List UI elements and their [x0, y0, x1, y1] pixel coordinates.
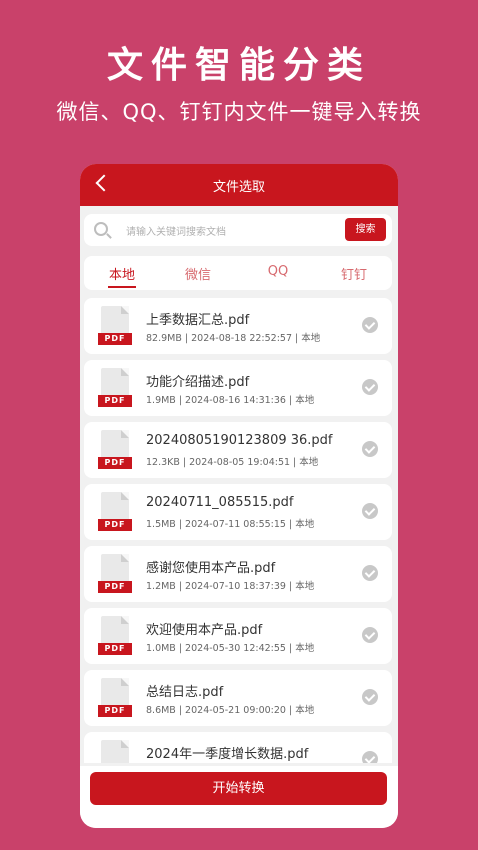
tab-local[interactable]: 本地: [92, 264, 152, 288]
top-bar: 文件选取: [80, 164, 398, 206]
file-name: 感谢您使用本产品.pdf: [146, 561, 276, 576]
search-input[interactable]: 请输入关键词搜索文档: [126, 223, 226, 238]
file-name: 总结日志.pdf: [146, 685, 224, 700]
file-item[interactable]: PDF 欢迎使用本产品.pdf 1.0MB | 2024-05-30 12:42…: [84, 608, 392, 664]
file-name: 2024年一季度增长数据.pdf: [146, 747, 309, 762]
file-item[interactable]: PDF 上季数据汇总.pdf 82.9MB | 2024-08-18 22:52…: [84, 298, 392, 354]
file-meta: 12.3KB | 2024-08-05 19:04:51 | 本地: [146, 457, 319, 468]
file-name: 20240805190123809 36.pdf: [146, 433, 333, 448]
file-list: PDF 上季数据汇总.pdf 82.9MB | 2024-08-18 22:52…: [84, 298, 392, 763]
check-icon[interactable]: [362, 379, 378, 395]
file-name: 欢迎使用本产品.pdf: [146, 623, 263, 638]
search-icon: [94, 222, 108, 236]
tab-qq[interactable]: QQ: [248, 264, 308, 279]
file-name: 20240711_085515.pdf: [146, 495, 294, 510]
check-icon[interactable]: [362, 689, 378, 705]
file-name: 上季数据汇总.pdf: [146, 313, 250, 328]
file-meta: 1.5MB | 2024-07-11 08:55:15 | 本地: [146, 519, 315, 530]
check-icon[interactable]: [362, 565, 378, 581]
pdf-file-icon: PDF: [98, 430, 132, 470]
phone-screen: 文件选取 请输入关键词搜索文档 搜索 本地 微信 QQ 钉钉 PDF 上季数据汇…: [80, 164, 398, 828]
file-meta: 1.0MB | 2024-05-30 12:42:55 | 本地: [146, 643, 315, 654]
check-icon[interactable]: [362, 751, 378, 763]
source-tabs: 本地 微信 QQ 钉钉: [84, 256, 392, 290]
tab-wechat[interactable]: 微信: [168, 264, 228, 283]
start-convert-button[interactable]: 开始转换: [90, 772, 387, 805]
file-meta: 1.2MB | 2024-07-10 18:37:39 | 本地: [146, 581, 315, 592]
pdf-file-icon: PDF: [98, 306, 132, 346]
file-name: 功能介绍描述.pdf: [146, 375, 250, 390]
pdf-file-icon: PDF: [98, 492, 132, 532]
pdf-file-icon: PDF: [98, 616, 132, 656]
hero-title: 文件智能分类: [106, 45, 371, 86]
check-icon[interactable]: [362, 317, 378, 333]
pdf-file-icon: PDF: [98, 740, 132, 763]
pdf-file-icon: PDF: [98, 678, 132, 718]
pdf-file-icon: PDF: [98, 554, 132, 594]
check-icon[interactable]: [362, 627, 378, 643]
file-meta: 82.9MB | 2024-08-18 22:52:57 | 本地: [146, 333, 321, 344]
check-icon[interactable]: [362, 503, 378, 519]
search-button[interactable]: 搜索: [345, 218, 386, 241]
file-item[interactable]: PDF 功能介绍描述.pdf 1.9MB | 2024-08-16 14:31:…: [84, 360, 392, 416]
pdf-file-icon: PDF: [98, 368, 132, 408]
file-item[interactable]: PDF 总结日志.pdf 8.6MB | 2024-05-21 09:00:20…: [84, 670, 392, 726]
file-meta: 1.9MB | 2024-08-16 14:31:36 | 本地: [146, 395, 315, 406]
file-item[interactable]: PDF 20240711_085515.pdf 1.5MB | 2024-07-…: [84, 484, 392, 540]
file-item[interactable]: PDF 2024年一季度增长数据.pdf: [84, 732, 392, 763]
file-meta: 8.6MB | 2024-05-21 09:00:20 | 本地: [146, 705, 315, 716]
hero-subtitle: 微信、QQ、钉钉内文件一键导入转换: [56, 100, 422, 124]
footer-bar: 开始转换: [80, 766, 398, 828]
check-icon[interactable]: [362, 441, 378, 457]
file-item[interactable]: PDF 20240805190123809 36.pdf 12.3KB | 20…: [84, 422, 392, 478]
search-bar: 请输入关键词搜索文档 搜索: [84, 214, 392, 246]
tab-dingtalk[interactable]: 钉钉: [324, 264, 384, 283]
page-title: 文件选取: [212, 180, 265, 195]
file-item[interactable]: PDF 感谢您使用本产品.pdf 1.2MB | 2024-07-10 18:3…: [84, 546, 392, 602]
